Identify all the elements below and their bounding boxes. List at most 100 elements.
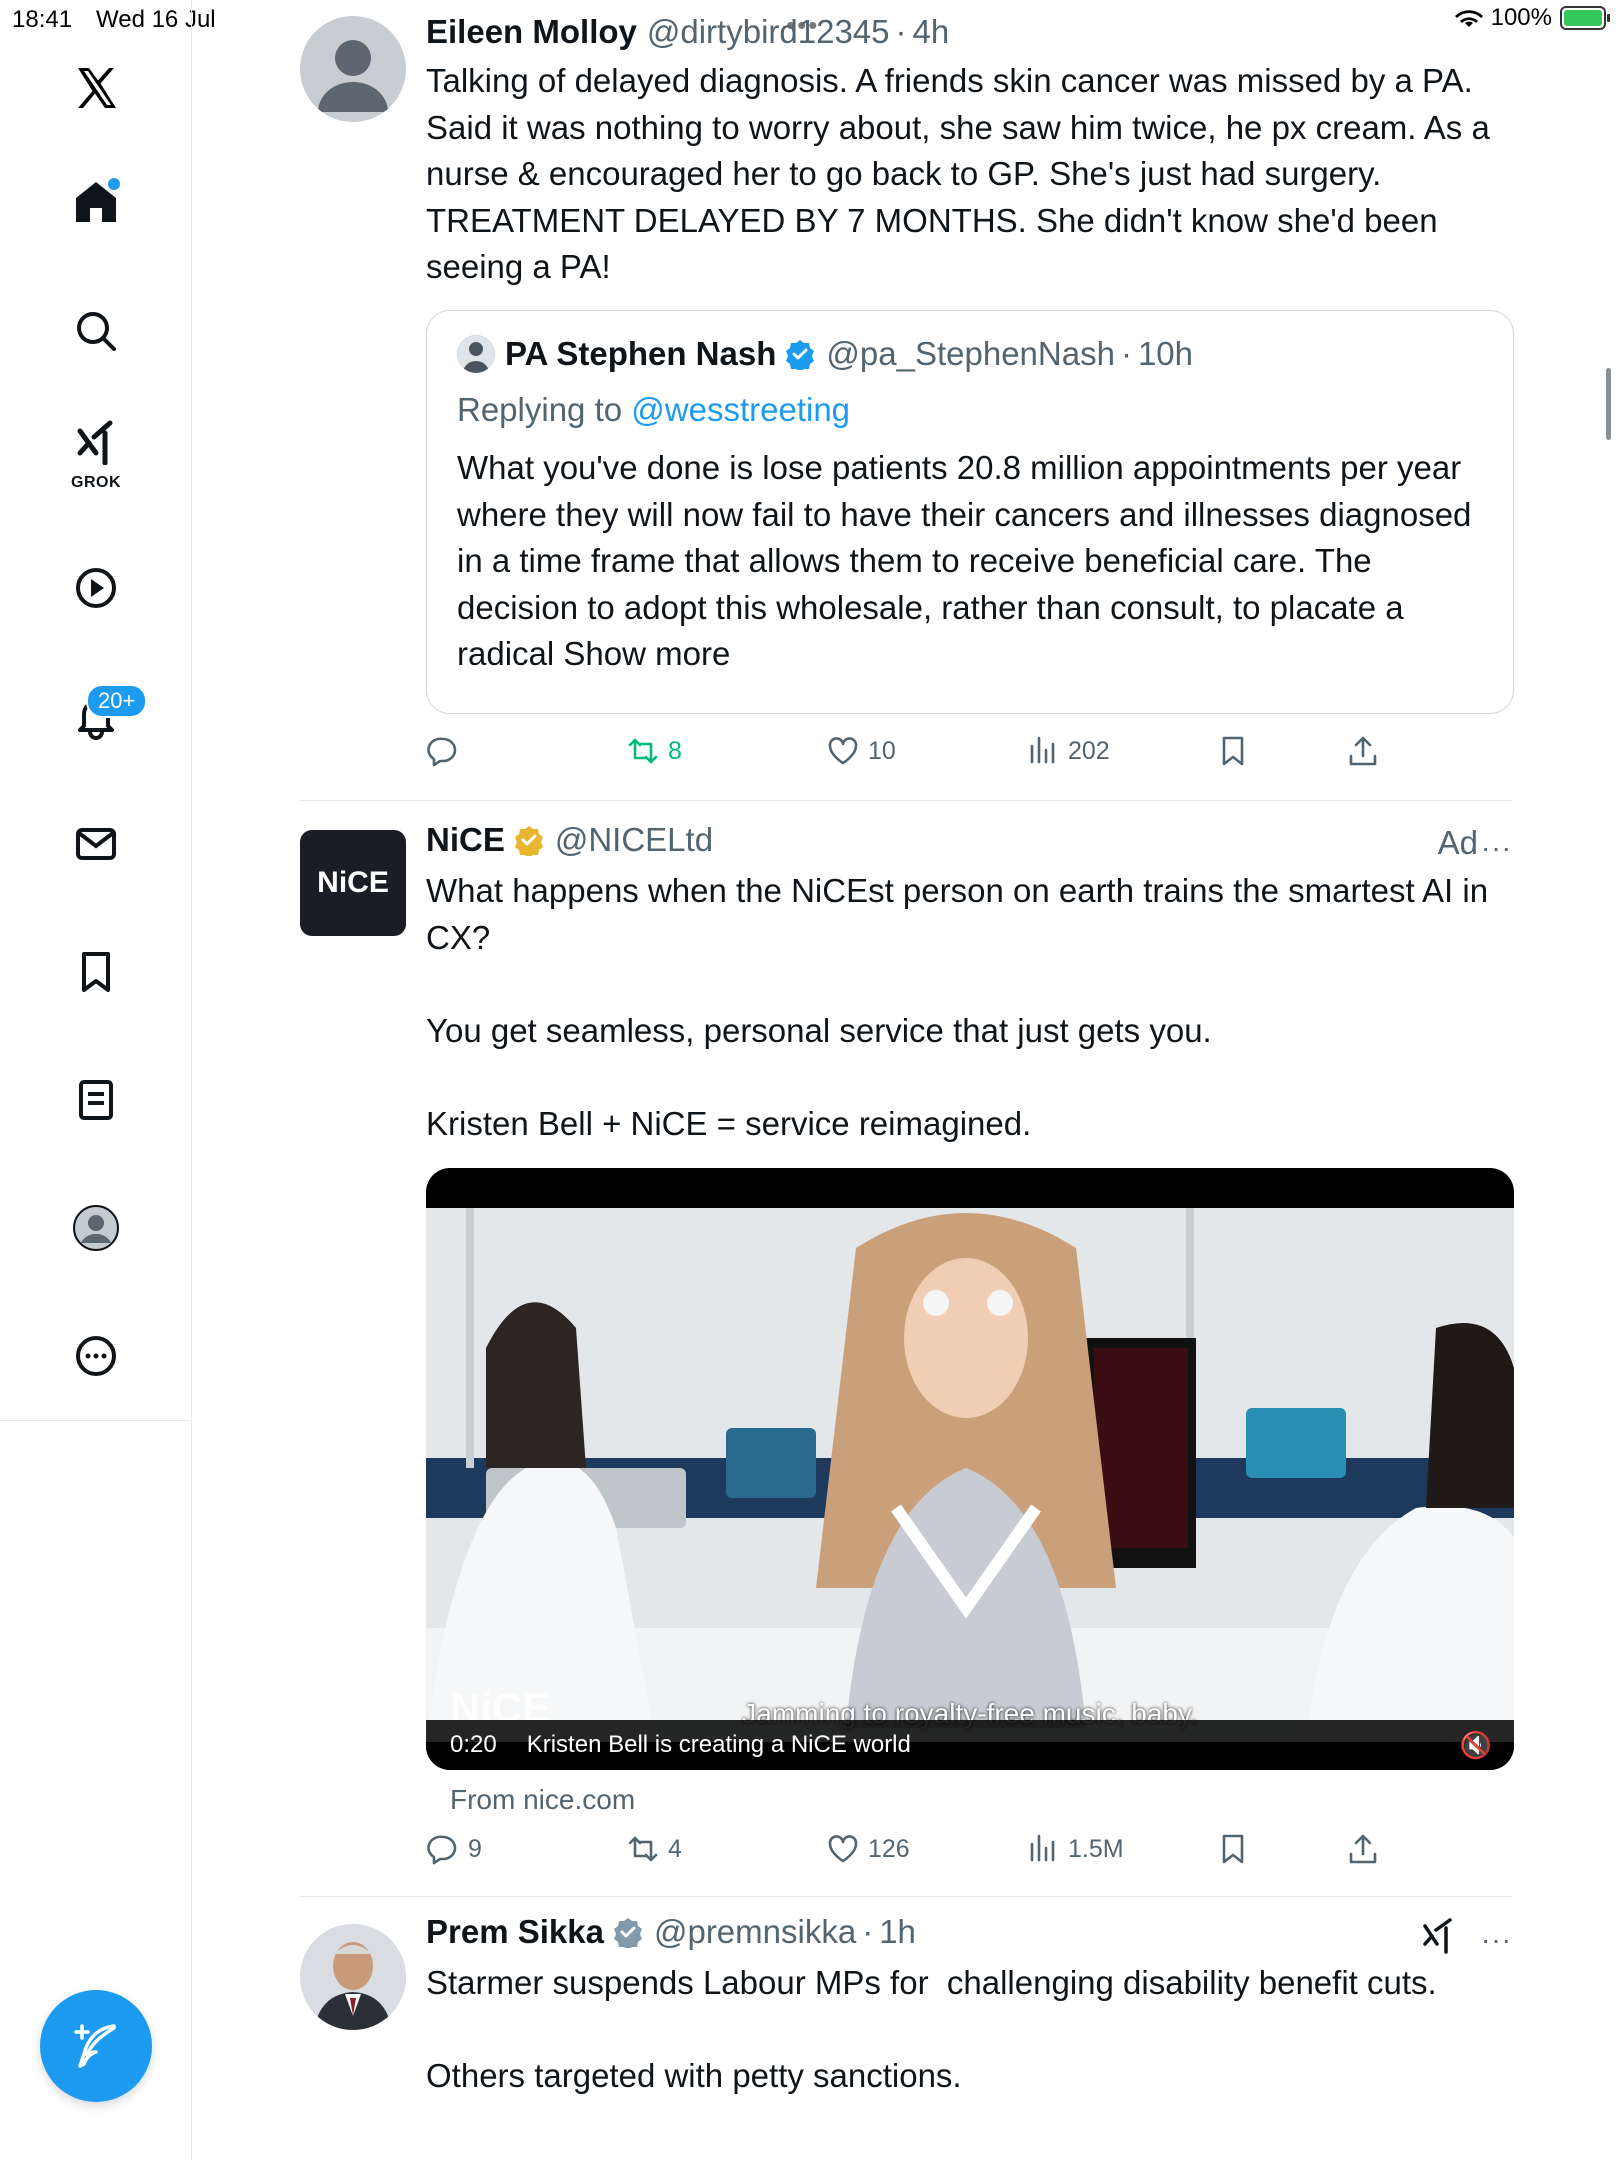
tweet-divider xyxy=(300,1896,1512,1897)
verified-badge-icon xyxy=(613,1918,642,1948)
mute-icon[interactable]: 🔇 xyxy=(1460,1730,1492,1761)
reply-button[interactable] xyxy=(426,734,468,768)
more-options-icon[interactable]: ··· xyxy=(1481,832,1512,864)
replying-handle-link[interactable]: @wesstreeting xyxy=(631,391,850,428)
video-frame xyxy=(426,1208,1514,1742)
gold-verified-badge-icon xyxy=(514,826,543,856)
timestamp[interactable]: 1h xyxy=(879,1912,916,1952)
tweet-divider xyxy=(300,800,1512,801)
avatar[interactable]: NiCE xyxy=(300,830,406,936)
more-options-icon[interactable] xyxy=(60,1320,132,1392)
search-icon[interactable] xyxy=(60,295,132,367)
avatar[interactable] xyxy=(300,1924,406,2030)
grok-explain-icon[interactable] xyxy=(1420,1916,1458,1954)
tweet-header: Prem Sikka @premnsikka · 1h xyxy=(426,1912,1512,1952)
heart-icon xyxy=(828,737,858,765)
verified-badge-icon xyxy=(786,340,815,370)
grok-label: GROK xyxy=(71,474,121,491)
home-unread-dot xyxy=(108,178,120,190)
tweet-header: NiCE @NICELtd xyxy=(426,820,1512,860)
video-timestamp: 0:20 xyxy=(450,1731,497,1758)
like-button[interactable]: 126 xyxy=(826,1832,910,1866)
tweet-actions: 9 4 126 1.5M xyxy=(426,1832,1426,1880)
tweet-body: NiCE @NICELtd Ad ··· What happens when t… xyxy=(426,820,1512,1147)
author-name[interactable]: Eileen Molloy xyxy=(426,12,637,52)
separator: · xyxy=(895,13,907,50)
quote-text: What you've done is lose patients 20.8 m… xyxy=(457,445,1483,678)
share-button[interactable] xyxy=(1346,734,1380,768)
avatar[interactable] xyxy=(300,16,406,122)
like-count: 10 xyxy=(868,736,896,765)
repost-button[interactable]: 4 xyxy=(626,1832,682,1866)
quoted-tweet[interactable]: PA Stephen Nash @pa_StephenNash · 10h Re… xyxy=(426,310,1514,714)
tweet-body: Eileen Molloy @dirtybird12345 · 4h Talki… xyxy=(426,12,1512,291)
tweet-text: Starmer suspends Labour MPs for challeng… xyxy=(426,1964,1437,2094)
repost-count: 4 xyxy=(668,1834,682,1863)
more-options-icon[interactable]: ··· xyxy=(1481,1924,1512,1956)
grok-icon[interactable]: GROK xyxy=(60,412,132,491)
messages-icon[interactable] xyxy=(60,808,132,880)
repost-icon xyxy=(628,738,658,764)
views-chart-icon xyxy=(1030,1834,1055,1862)
sidebar-divider xyxy=(0,1420,192,1421)
video-scene-image xyxy=(426,1208,1514,1742)
tweet-actions: 8 10 202 xyxy=(426,734,1426,782)
quote-timestamp[interactable]: 10h xyxy=(1138,335,1193,373)
author-handle[interactable]: @dirtybird12345 xyxy=(647,12,890,52)
author-handle[interactable]: @premnsikka xyxy=(654,1912,856,1952)
author-handle[interactable]: @NICELtd xyxy=(555,820,713,860)
view-count: 1.5M xyxy=(1068,1834,1124,1863)
view-count: 202 xyxy=(1068,736,1110,765)
compose-feather-icon xyxy=(74,2024,116,2068)
quote-header: PA Stephen Nash @pa_StephenNash · 10h xyxy=(457,335,1483,373)
lists-icon[interactable] xyxy=(60,1064,132,1136)
sidebar: GROK 20+ xyxy=(0,0,192,2160)
replying-to: Replying to @wesstreeting xyxy=(457,391,1483,429)
video-player[interactable]: NiCE Jamming to royalty-free music, baby… xyxy=(426,1168,1514,1770)
quote-author-name[interactable]: PA Stephen Nash xyxy=(505,335,776,373)
share-upload-icon xyxy=(1349,1834,1377,1864)
profile-avatar-icon[interactable] xyxy=(60,1192,132,1264)
reply-button[interactable]: 9 xyxy=(426,1832,482,1866)
tweet-text: Talking of delayed diagnosis. A friends … xyxy=(426,62,1500,285)
repost-button[interactable]: 8 xyxy=(626,734,682,768)
like-count: 126 xyxy=(868,1834,910,1863)
views-chart-icon xyxy=(1030,736,1055,764)
repost-count: 8 xyxy=(668,736,682,765)
views-button[interactable]: 1.5M xyxy=(1026,1832,1124,1866)
ad-source-link[interactable]: From nice.com xyxy=(450,1784,635,1816)
bookmarks-icon[interactable] xyxy=(60,936,132,1008)
reply-count: 9 xyxy=(468,1834,482,1863)
tweet-text: What happens when the NiCEst person on e… xyxy=(426,872,1489,1142)
share-upload-icon xyxy=(1349,736,1377,766)
reply-icon xyxy=(427,737,457,767)
video-icon[interactable] xyxy=(60,552,132,624)
show-more-link[interactable]: Show more xyxy=(563,635,730,672)
replying-prefix: Replying to xyxy=(457,391,623,428)
tweet-header: Eileen Molloy @dirtybird12345 · 4h xyxy=(426,12,1512,52)
timestamp[interactable]: 4h xyxy=(913,12,950,52)
video-caption: Kristen Bell is creating a NiCE world xyxy=(526,1731,911,1758)
bookmark-icon xyxy=(1222,1834,1244,1864)
tweet-body: Prem Sikka @premnsikka · 1h ··· Starmer … xyxy=(426,1912,1512,2100)
views-button[interactable]: 202 xyxy=(1026,734,1110,768)
repost-icon xyxy=(628,1836,658,1862)
separator: · xyxy=(862,1913,874,1950)
quote-author-handle[interactable]: @pa_StephenNash xyxy=(826,335,1115,373)
reply-icon xyxy=(427,1835,457,1865)
heart-icon xyxy=(828,1835,858,1863)
separator: · xyxy=(1120,335,1132,372)
bookmark-button[interactable] xyxy=(1216,1832,1250,1866)
author-name[interactable]: Prem Sikka xyxy=(426,1912,604,1952)
bookmark-button[interactable] xyxy=(1216,734,1250,768)
x-logo-icon[interactable] xyxy=(60,52,132,124)
ad-label: Ad xyxy=(1437,824,1478,861)
battery-icon xyxy=(1560,6,1610,30)
quote-avatar xyxy=(457,335,495,373)
scrollbar-thumb[interactable] xyxy=(1606,368,1611,440)
compose-post-button[interactable] xyxy=(40,1990,152,2102)
author-name[interactable]: NiCE xyxy=(426,820,505,860)
home-icon[interactable] xyxy=(60,166,132,238)
like-button[interactable]: 10 xyxy=(826,734,896,768)
share-button[interactable] xyxy=(1346,1832,1380,1866)
